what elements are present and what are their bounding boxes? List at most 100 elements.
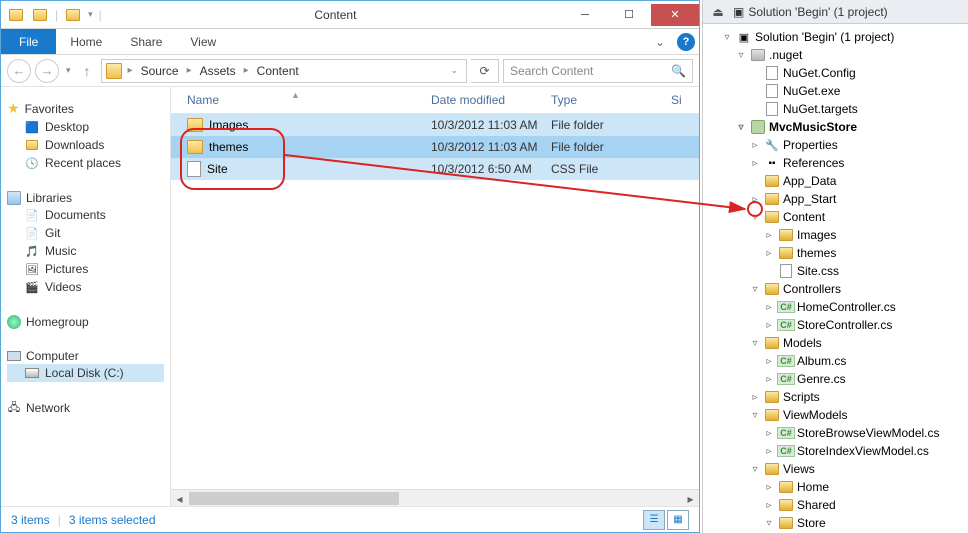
expand-icon[interactable]: ▹ bbox=[763, 482, 775, 493]
tree-node[interactable]: ▹C#Album.cs bbox=[703, 352, 968, 370]
tree-node[interactable]: ▿Controllers bbox=[703, 280, 968, 298]
tree-node[interactable]: ▿Models bbox=[703, 334, 968, 352]
expand-icon[interactable]: ▹ bbox=[763, 230, 775, 241]
sidebar-item-pictures[interactable]: 🖼Pictures bbox=[7, 260, 164, 278]
tree-node[interactable]: NuGet.exe bbox=[703, 82, 968, 100]
home-icon[interactable]: ⏏ bbox=[709, 3, 727, 21]
breadcrumb[interactable]: ▸ Source ▸ Assets ▸ Content ⌄ bbox=[101, 59, 467, 83]
file-row[interactable]: Images10/3/2012 11:03 AMFile folder bbox=[171, 114, 699, 136]
sidebar-item-git[interactable]: 📄Git bbox=[7, 224, 164, 242]
tree-node[interactable]: ▿MvcMusicStore bbox=[703, 118, 968, 136]
sidebar-item-music[interactable]: 🎵Music bbox=[7, 242, 164, 260]
file-row[interactable]: Site10/3/2012 6:50 AMCSS File bbox=[171, 158, 699, 180]
folder-open-icon[interactable] bbox=[31, 6, 49, 24]
sidebar-computer[interactable]: Computer bbox=[7, 348, 164, 364]
expand-icon[interactable]: ▹ bbox=[763, 500, 775, 511]
tree-node[interactable]: ▿Content bbox=[703, 208, 968, 226]
expand-icon[interactable]: ▹ bbox=[763, 446, 775, 457]
sidebar-item-downloads[interactable]: Downloads bbox=[7, 136, 164, 154]
maximize-button[interactable]: ☐ bbox=[607, 4, 651, 26]
help-button[interactable]: ? bbox=[677, 33, 695, 51]
tree-node[interactable]: ▿ViewModels bbox=[703, 406, 968, 424]
share-tab[interactable]: Share bbox=[116, 31, 176, 53]
expand-icon[interactable]: ▹ bbox=[749, 158, 761, 169]
column-date[interactable]: Date modified bbox=[431, 93, 551, 107]
back-button[interactable]: ← bbox=[7, 59, 31, 83]
breadcrumb-item[interactable]: Assets bbox=[198, 64, 238, 78]
expand-icon[interactable]: ▿ bbox=[749, 212, 761, 223]
folder-icon[interactable] bbox=[64, 6, 82, 24]
up-button[interactable]: ↑ bbox=[78, 63, 97, 79]
expand-icon[interactable]: ▿ bbox=[749, 338, 761, 349]
chevron-down-icon[interactable]: ⌄ bbox=[649, 33, 671, 51]
breadcrumb-item[interactable]: Content bbox=[255, 64, 301, 78]
sidebar-network[interactable]: 🖧Network bbox=[7, 400, 164, 416]
refresh-button[interactable]: ⟳ bbox=[471, 59, 499, 83]
tree-node[interactable]: ▹Shared bbox=[703, 496, 968, 514]
expand-icon[interactable]: ▹ bbox=[763, 320, 775, 331]
expand-icon[interactable]: ▹ bbox=[763, 374, 775, 385]
tree-node[interactable]: ▹🔧Properties bbox=[703, 136, 968, 154]
scroll-right-icon[interactable]: ▸ bbox=[682, 490, 699, 506]
tree-node[interactable]: App_Data bbox=[703, 172, 968, 190]
expand-icon[interactable]: ▹ bbox=[749, 194, 761, 205]
column-size[interactable]: Si bbox=[671, 93, 699, 107]
search-input[interactable]: Search Content 🔍 bbox=[503, 59, 693, 83]
expand-icon[interactable]: ▿ bbox=[735, 50, 747, 61]
tree-node[interactable]: ▹Home bbox=[703, 478, 968, 496]
tree-node[interactable]: ▿.nuget bbox=[703, 46, 968, 64]
horizontal-scrollbar[interactable]: ◂ ▸ bbox=[171, 489, 699, 506]
scroll-left-icon[interactable]: ◂ bbox=[171, 490, 188, 506]
home-tab[interactable]: Home bbox=[56, 31, 116, 53]
tree-node[interactable]: ▿Store bbox=[703, 514, 968, 532]
history-dropdown[interactable]: ▾ bbox=[63, 65, 74, 76]
expand-icon[interactable]: ▹ bbox=[763, 356, 775, 367]
expand-icon[interactable]: ▿ bbox=[749, 464, 761, 475]
expand-icon[interactable]: ▹ bbox=[749, 140, 761, 151]
tree-node[interactable]: ▹C#Genre.cs bbox=[703, 370, 968, 388]
tree-node[interactable]: ▹▪▪References bbox=[703, 154, 968, 172]
tree-node[interactable]: Site.css bbox=[703, 262, 968, 280]
sidebar-libraries[interactable]: Libraries bbox=[7, 190, 164, 206]
file-tab[interactable]: File bbox=[1, 29, 56, 54]
tree-node[interactable]: ▹Scripts bbox=[703, 388, 968, 406]
tree-node[interactable]: ▹C#StoreIndexViewModel.cs bbox=[703, 442, 968, 460]
tree-node[interactable]: ▹themes bbox=[703, 244, 968, 262]
tree-node[interactable]: ▹C#HomeController.cs bbox=[703, 298, 968, 316]
sidebar-item-recent[interactable]: 🕓Recent places bbox=[7, 154, 164, 172]
expand-icon[interactable]: ▹ bbox=[763, 248, 775, 259]
column-type[interactable]: Type bbox=[551, 93, 671, 107]
tree-node[interactable]: ▹Images bbox=[703, 226, 968, 244]
expand-icon[interactable]: ▿ bbox=[749, 410, 761, 421]
scroll-thumb[interactable] bbox=[189, 492, 399, 505]
close-button[interactable]: ✕ bbox=[651, 4, 699, 26]
expand-icon[interactable]: ▹ bbox=[763, 302, 775, 313]
view-tab[interactable]: View bbox=[176, 31, 230, 53]
sidebar-item-desktop[interactable]: 🟦Desktop bbox=[7, 118, 164, 136]
expand-icon[interactable]: ▿ bbox=[735, 122, 747, 133]
breadcrumb-dropdown[interactable]: ⌄ bbox=[446, 65, 462, 76]
view-icons-button[interactable]: ▦ bbox=[667, 510, 689, 530]
column-name[interactable]: Name▲ bbox=[171, 93, 431, 107]
chevron-down-icon[interactable]: ▾ bbox=[88, 9, 93, 20]
expand-icon[interactable]: ▹ bbox=[749, 392, 761, 403]
sidebar-item-documents[interactable]: 📄Documents bbox=[7, 206, 164, 224]
expand-icon[interactable]: ▹ bbox=[763, 428, 775, 439]
view-details-button[interactable]: ☰ bbox=[643, 510, 665, 530]
tree-node[interactable]: NuGet.Config bbox=[703, 64, 968, 82]
file-row[interactable]: themes10/3/2012 11:03 AMFile folder bbox=[171, 136, 699, 158]
tree-node[interactable]: ▿▣Solution 'Begin' (1 project) bbox=[703, 28, 968, 46]
tree-node[interactable]: ▹C#StoreBrowseViewModel.cs bbox=[703, 424, 968, 442]
breadcrumb-item[interactable]: Source bbox=[139, 64, 181, 78]
tree-node[interactable]: ▹App_Start bbox=[703, 190, 968, 208]
sidebar-item-localdisk[interactable]: Local Disk (C:) bbox=[7, 364, 164, 382]
expand-icon[interactable]: ▿ bbox=[749, 284, 761, 295]
expand-icon[interactable]: ▿ bbox=[763, 518, 775, 529]
sidebar-favorites[interactable]: ★Favorites bbox=[7, 99, 164, 118]
expand-icon[interactable]: ▿ bbox=[721, 32, 733, 43]
tree-node[interactable]: ▿Views bbox=[703, 460, 968, 478]
forward-button[interactable]: → bbox=[35, 59, 59, 83]
minimize-button[interactable]: ─ bbox=[563, 4, 607, 26]
tree-node[interactable]: NuGet.targets bbox=[703, 100, 968, 118]
sidebar-item-videos[interactable]: 🎬Videos bbox=[7, 278, 164, 296]
